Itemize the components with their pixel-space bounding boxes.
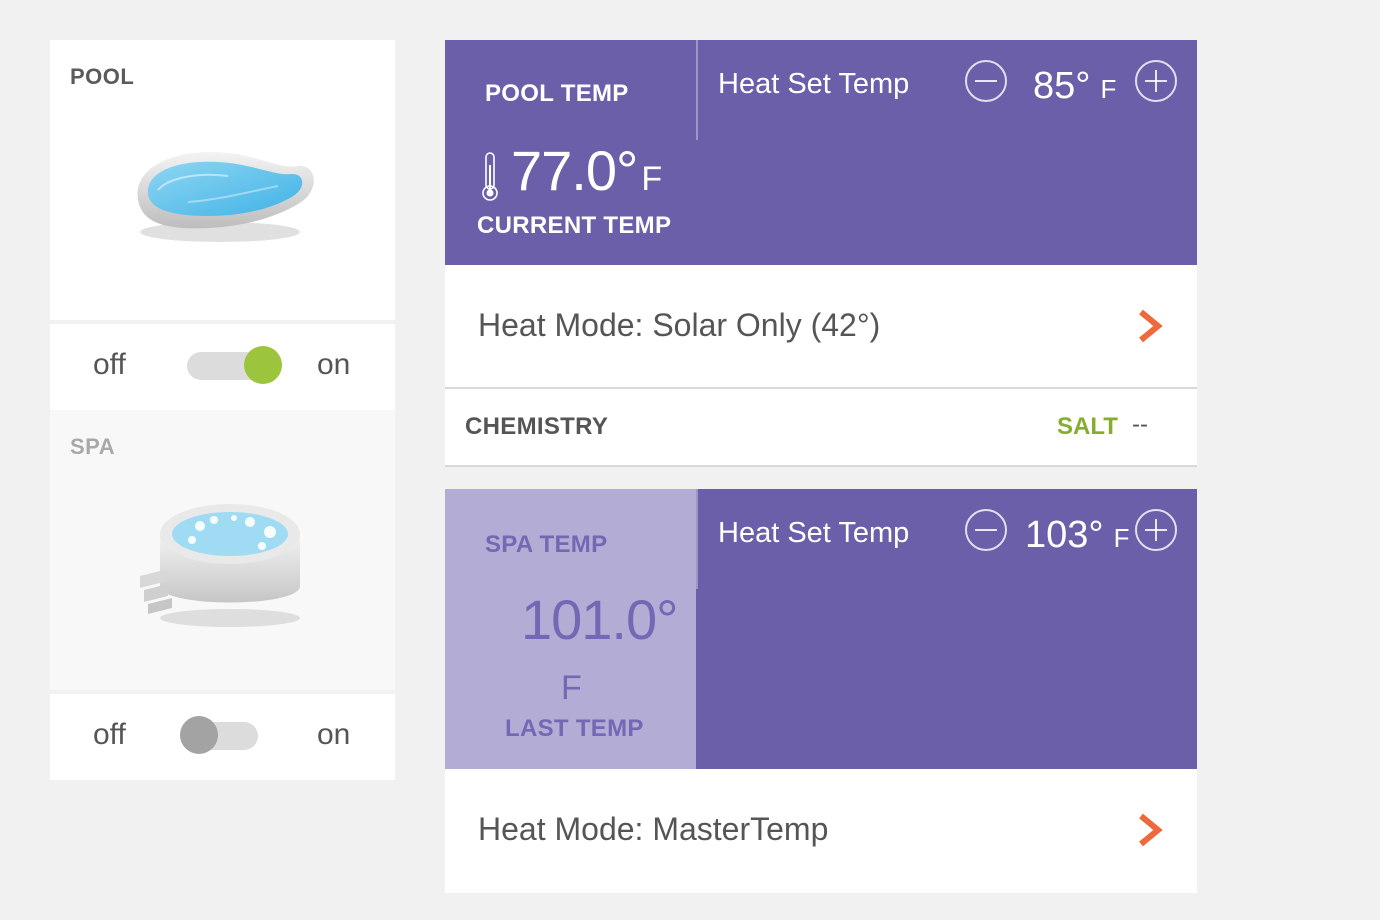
pool-setpoint: 85° F: [1033, 65, 1116, 108]
spa-temp-panel: SPA TEMP 101.0° F LAST TEMP Heat Set Tem…: [445, 489, 1197, 769]
spa-increase-setpoint-button[interactable]: [1135, 509, 1177, 551]
spa-heat-set-label: Heat Set Temp: [718, 517, 910, 549]
spa-last-temp: 101.0°: [521, 588, 679, 651]
spa-decrease-setpoint-button[interactable]: [965, 509, 1007, 551]
minus-icon: [975, 80, 997, 82]
pool-setpoint-value: 85°: [1033, 65, 1091, 107]
spa-on-off-toggle[interactable]: [180, 716, 258, 754]
spa-heat-mode: Heat Mode: MasterTemp: [478, 811, 829, 847]
pool-panel-divider: [696, 40, 698, 140]
pool-increase-setpoint-button[interactable]: [1135, 60, 1177, 102]
thermometer-icon: [482, 152, 498, 201]
pool-off-label: off: [93, 348, 126, 381]
pool-temp-panel: POOL TEMP 77.0° F CURRENT TEMP Heat Set …: [445, 40, 1197, 265]
spa-setpoint-unit: F: [1113, 523, 1130, 553]
pool-toggle-knob[interactable]: [244, 346, 282, 384]
pool-illustration: [137, 151, 314, 242]
spa-temp-box: SPA TEMP 101.0° F LAST TEMP: [445, 489, 696, 769]
pool-current-temp-caption: CURRENT TEMP: [477, 212, 672, 239]
pool-card[interactable]: POOL: [50, 40, 395, 320]
spa-temp-unit: F: [561, 669, 582, 707]
spa-last-temp-caption: LAST TEMP: [505, 715, 644, 742]
chemistry-title: CHEMISTRY: [465, 413, 609, 440]
pool-on-off-toggle[interactable]: [187, 346, 282, 384]
pool-on-label: on: [317, 348, 351, 381]
spa-off-label: off: [93, 718, 126, 751]
salt-value: --: [1132, 411, 1148, 438]
spa-toggle-row: off on: [50, 694, 395, 780]
body-of-water-list: POOL off on SPA off on: [50, 40, 395, 780]
spa-card[interactable]: SPA: [50, 410, 395, 690]
spa-title: SPA: [70, 434, 116, 459]
pool-current-temp: 77.0°: [511, 139, 638, 202]
pool-temp-title: POOL TEMP: [485, 80, 629, 107]
temperature-panel: POOL TEMP 77.0° F CURRENT TEMP Heat Set …: [445, 40, 1197, 893]
pool-temp-box: POOL TEMP 77.0° F CURRENT TEMP: [445, 40, 696, 265]
salt-label: SALT: [1057, 413, 1118, 440]
pool-heat-set-label: Heat Set Temp: [718, 68, 910, 100]
spa-on-label: on: [317, 718, 351, 751]
spa-illustration: [140, 504, 300, 627]
spa-temp-title: SPA TEMP: [485, 531, 608, 558]
chemistry-row: CHEMISTRY SALT --: [445, 389, 1197, 467]
spa-setpoint-value: 103°: [1025, 514, 1104, 556]
minus-icon: [975, 529, 997, 531]
pool-decrease-setpoint-button[interactable]: [965, 60, 1007, 102]
pool-temp-unit: F: [641, 160, 663, 198]
spa-panel-divider: [696, 489, 698, 589]
chevron-right-icon[interactable]: [1137, 813, 1163, 847]
spa-setpoint: 103° F: [1025, 514, 1130, 557]
spa-toggle-knob[interactable]: [180, 716, 218, 754]
chevron-right-icon[interactable]: [1137, 309, 1163, 343]
spa-heat-mode-row[interactable]: Heat Mode: MasterTemp: [445, 769, 1197, 893]
pool-heat-mode: Heat Mode: Solar Only (42°): [478, 307, 881, 343]
pool-temp-reading: 77.0° F: [477, 138, 662, 203]
pool-title: POOL: [70, 64, 135, 89]
pool-setpoint-unit: F: [1100, 74, 1117, 104]
pool-toggle-row: off on: [50, 324, 395, 410]
pool-heat-mode-row[interactable]: Heat Mode: Solar Only (42°): [445, 265, 1197, 389]
